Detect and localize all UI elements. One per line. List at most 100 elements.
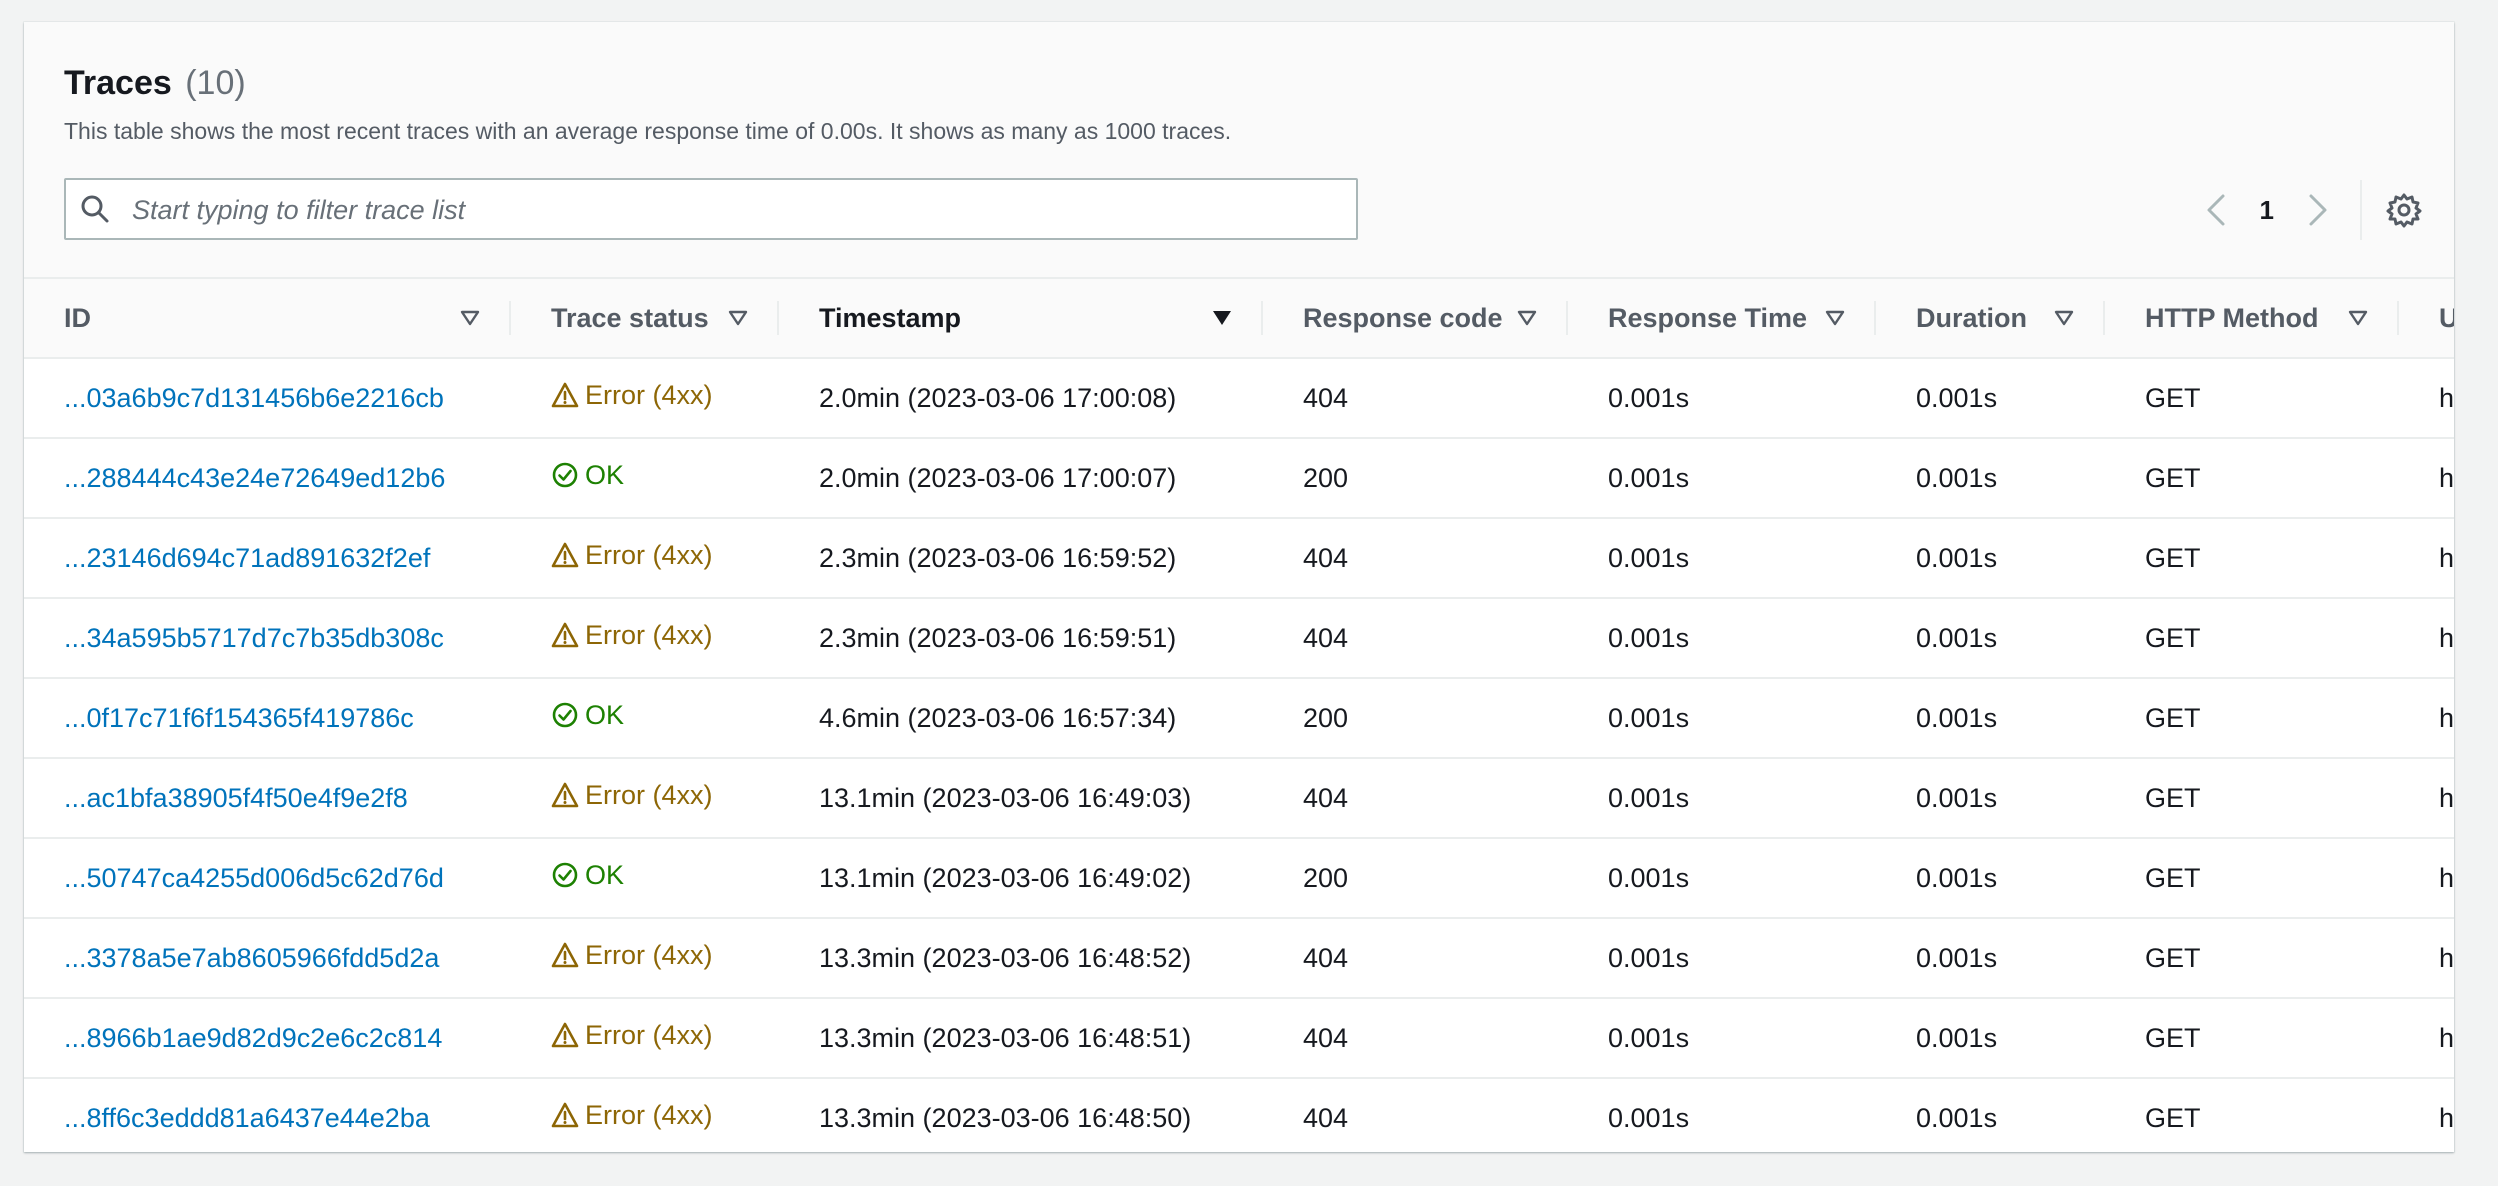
filter-search-input[interactable]: [130, 180, 1334, 240]
cell-duration: 0.001s: [1876, 598, 2105, 679]
trace-id-link[interactable]: ...8966b1ae9d82d9c2e6c2c814: [64, 1023, 442, 1053]
column-header-id[interactable]: ID: [24, 277, 511, 359]
trace-id-link[interactable]: ...ac1bfa38905f4f50e4f9e2f8: [64, 783, 408, 813]
column-header-response-time[interactable]: Response Time: [1568, 277, 1876, 359]
cell-duration: 0.001s: [1876, 918, 2105, 999]
status-text: OK: [585, 859, 625, 890]
status-badge: Error (4xx): [551, 540, 713, 571]
cell-timestamp: 13.3min (2023-03-06 16:48:52): [779, 918, 1263, 999]
cell-duration: 0.001s: [1876, 678, 2105, 759]
check-circle-icon: [552, 862, 578, 888]
cell-timestamp: 4.6min (2023-03-06 16:57:34): [779, 678, 1263, 759]
cell-timestamp: 13.3min (2023-03-06 16:48:50): [779, 1078, 1263, 1152]
cell-http-method: GET: [2105, 918, 2399, 999]
status-text: OK: [585, 699, 625, 730]
status-badge: Error (4xx): [551, 1100, 713, 1131]
table-description: This table shows the most recent traces …: [64, 118, 1232, 144]
cell-response-code: 200: [1263, 838, 1568, 919]
column-header-label: Trace status: [551, 302, 709, 333]
cell-response-time: 0.001s: [1568, 1078, 1876, 1152]
trace-id-link[interactable]: ...288444c43e24e72649ed12b6: [64, 463, 445, 493]
trace-id-link[interactable]: ...34a595b5717d7c7b35db308c: [64, 623, 444, 653]
trace-id-link[interactable]: ...3378a5e7ab8605966fdd5d2a: [64, 943, 439, 973]
cell-duration: 0.001s: [1876, 518, 2105, 599]
column-header-duration[interactable]: Duration: [1876, 277, 2105, 359]
table-row: ...3378a5e7ab8605966fdd5d2a Error (4xx) …: [24, 918, 2454, 999]
previous-page-button[interactable]: [2196, 190, 2236, 230]
trace-id-link[interactable]: ...0f17c71f6f154365f419786c: [64, 703, 414, 733]
warning-icon: [551, 1022, 579, 1048]
cell-id: ...8966b1ae9d82d9c2e6c2c814: [24, 998, 511, 1079]
table-row: ...288444c43e24e72649ed12b6 OK 2.0min (2…: [24, 438, 2454, 519]
cell-url: h: [2399, 598, 2454, 679]
cell-response-time: 0.001s: [1568, 438, 1876, 519]
column-header-label: Duration: [1916, 302, 2027, 333]
cell-timestamp: 13.1min (2023-03-06 16:49:02): [779, 838, 1263, 919]
trace-id-link[interactable]: ...23146d694c71ad891632f2ef: [64, 543, 430, 573]
cell-response-time: 0.001s: [1568, 678, 1876, 759]
column-header-response-code[interactable]: Response code: [1263, 277, 1568, 359]
cell-trace-status: OK: [511, 678, 779, 759]
status-badge: Error (4xx): [551, 380, 713, 411]
trace-id-link[interactable]: ...50747ca4255d006d5c62d76d: [64, 863, 444, 893]
cell-trace-status: Error (4xx): [511, 518, 779, 599]
table-header-row: ID Trace status Timestamp Response code …: [24, 277, 2454, 359]
cell-url: h: [2399, 998, 2454, 1079]
cell-id: ...03a6b9c7d131456b6e2216cb: [24, 358, 511, 439]
cell-http-method: GET: [2105, 758, 2399, 839]
cell-http-method: GET: [2105, 518, 2399, 599]
check-circle-icon: [552, 702, 578, 728]
cell-response-code: 404: [1263, 358, 1568, 439]
status-badge: OK: [551, 860, 624, 891]
status-text: Error (4xx): [585, 779, 713, 810]
table-header-area: Traces (10) This table shows the most re…: [24, 22, 2454, 277]
cell-response-code: 404: [1263, 518, 1568, 599]
traces-table: ID Trace status Timestamp Response code …: [24, 277, 2454, 1152]
warning-icon: [551, 542, 579, 568]
cell-duration: 0.001s: [1876, 1078, 2105, 1152]
cell-response-time: 0.001s: [1568, 598, 1876, 679]
filter-search-box[interactable]: [64, 178, 1358, 240]
next-page-button[interactable]: [2298, 190, 2338, 230]
column-header-http-method[interactable]: HTTP Method: [2105, 277, 2399, 359]
cell-response-code: 200: [1263, 678, 1568, 759]
status-badge: Error (4xx): [551, 780, 713, 811]
cell-trace-status: OK: [511, 838, 779, 919]
cell-response-time: 0.001s: [1568, 758, 1876, 839]
search-icon: [81, 195, 109, 223]
column-header-label: HTTP Method: [2145, 302, 2319, 333]
cell-response-code: 404: [1263, 918, 1568, 999]
cell-http-method: GET: [2105, 1078, 2399, 1152]
trace-id-link[interactable]: ...03a6b9c7d131456b6e2216cb: [64, 383, 444, 413]
cell-url: h: [2399, 438, 2454, 519]
check-circle-icon: [552, 462, 578, 488]
column-header-timestamp[interactable]: Timestamp: [779, 277, 1263, 359]
cell-response-time: 0.001s: [1568, 358, 1876, 439]
page-title: Traces (10): [64, 64, 246, 103]
warning-icon: [551, 942, 579, 968]
table-row: ...03a6b9c7d131456b6e2216cb Error (4xx) …: [24, 358, 2454, 439]
cell-timestamp: 13.3min (2023-03-06 16:48:51): [779, 998, 1263, 1079]
page-number-1[interactable]: 1: [2260, 195, 2274, 226]
trace-id-link[interactable]: ...8ff6c3eddd81a6437e44e2ba: [64, 1103, 430, 1133]
cell-url: h: [2399, 918, 2454, 999]
cell-trace-status: Error (4xx): [511, 998, 779, 1079]
column-header-url[interactable]: URL: [2399, 277, 2454, 359]
cell-trace-status: Error (4xx): [511, 758, 779, 839]
cell-url: h: [2399, 1078, 2454, 1152]
pager-divider: [2360, 180, 2362, 240]
cell-trace-status: Error (4xx): [511, 918, 779, 999]
sort-triangle-icon: [728, 310, 748, 326]
preferences-button[interactable]: [2384, 190, 2424, 230]
cell-response-time: 0.001s: [1568, 838, 1876, 919]
column-header-label: Response Time: [1608, 302, 1808, 333]
cell-url: h: [2399, 358, 2454, 439]
cell-id: ...288444c43e24e72649ed12b6: [24, 438, 511, 519]
table-row: ...8966b1ae9d82d9c2e6c2c814 Error (4xx) …: [24, 998, 2454, 1079]
column-header-trace-status[interactable]: Trace status: [511, 277, 779, 359]
status-text: Error (4xx): [585, 1019, 713, 1050]
status-badge: OK: [551, 460, 624, 491]
cell-timestamp: 13.1min (2023-03-06 16:49:03): [779, 758, 1263, 839]
cell-trace-status: OK: [511, 438, 779, 519]
status-text: Error (4xx): [585, 939, 713, 970]
